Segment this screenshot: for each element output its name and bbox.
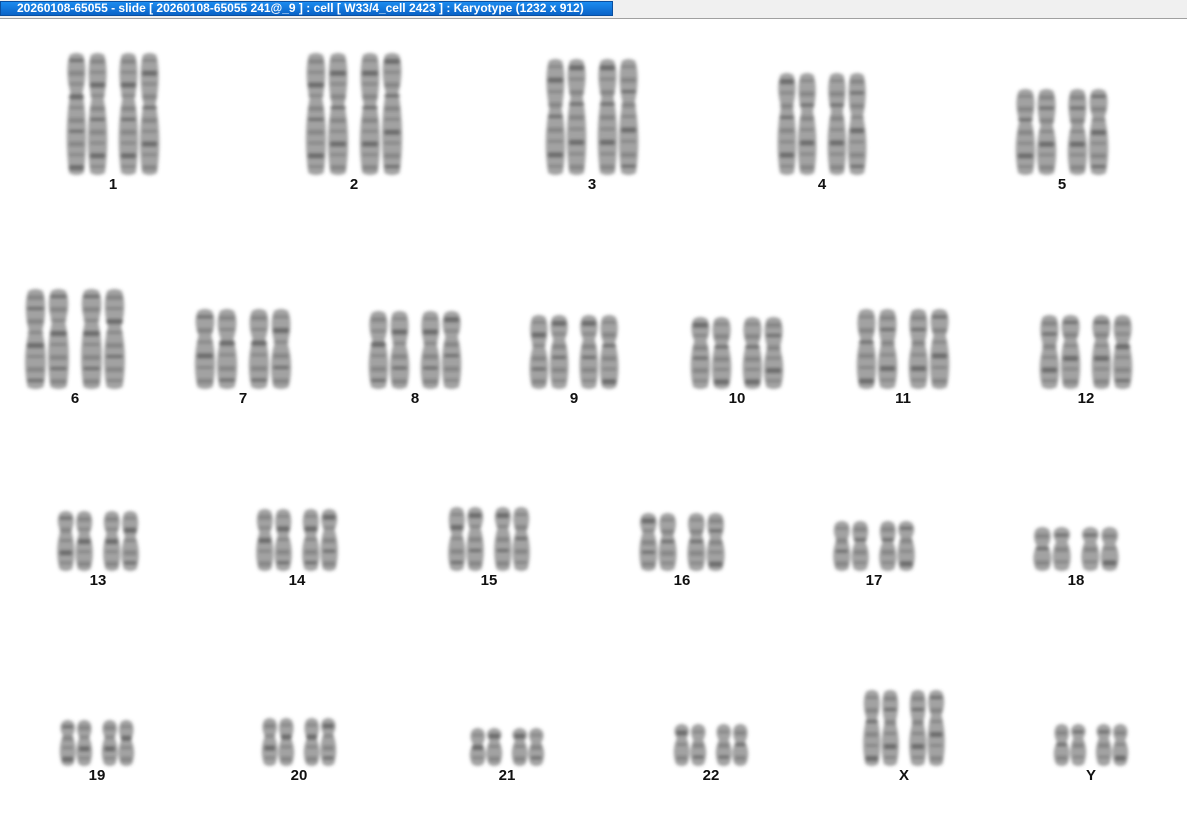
chromosome-2-homolog-1[interactable] — [305, 53, 349, 175]
chromosome-17-homolog-2[interactable] — [879, 521, 915, 571]
chromosome-label-2: 2 — [349, 176, 359, 193]
chromosome-13-homolog-2[interactable] — [103, 511, 139, 571]
chromosome-5-homolog-1[interactable] — [1015, 89, 1057, 175]
chromosome-pair-18[interactable] — [1031, 527, 1121, 571]
window-title[interactable]: 20260108-65055 - slide [ 20260108-65055 … — [0, 1, 613, 16]
chromosome-pair-y[interactable] — [1052, 724, 1130, 766]
chromosome-6-homolog-2[interactable] — [81, 289, 125, 389]
chromosome-11-homolog-2[interactable] — [908, 309, 950, 389]
chromosome-pair-17[interactable] — [831, 521, 917, 571]
chromosome-pair-20[interactable] — [260, 718, 338, 766]
chromosome-label-11: 11 — [895, 390, 911, 407]
chromosome-label-21: 21 — [498, 767, 516, 784]
window-top-bar: 20260108-65055 - slide [ 20260108-65055 … — [0, 0, 1187, 19]
chromosome-18-homolog-1[interactable] — [1033, 527, 1071, 571]
chromosome-pair-2[interactable] — [303, 53, 405, 175]
chromosome-label-8: 8 — [410, 390, 420, 407]
chromosome-7-homolog-1[interactable] — [194, 309, 238, 389]
chromosome-label-7: 7 — [238, 390, 248, 407]
chromosome-label-x: X — [898, 767, 909, 784]
chromosome-pair-1[interactable] — [64, 53, 162, 175]
chromosome-label-9: 9 — [569, 390, 579, 407]
chromosome-22-homolog-1[interactable] — [673, 724, 707, 766]
chromosome-label-1: 1 — [108, 176, 118, 193]
chromosome-pair-14[interactable] — [254, 509, 340, 571]
chromosome-2-homolog-2[interactable] — [359, 53, 403, 175]
chromosome-9-homolog-1[interactable] — [529, 315, 569, 389]
chromosome-pair-10[interactable] — [688, 317, 786, 389]
chromosome-pair-21[interactable] — [468, 728, 546, 766]
chromosome-label-19: 19 — [88, 767, 106, 784]
chromosome-1-homolog-2[interactable] — [118, 53, 160, 175]
chromosome-pair-x[interactable] — [861, 690, 947, 766]
chromosome-label-4: 4 — [817, 176, 827, 193]
chromosome-x-homolog-2[interactable] — [909, 690, 945, 766]
chromosome-1-homolog-1[interactable] — [66, 53, 108, 175]
chromosome-pair-6[interactable] — [22, 289, 128, 389]
chromosome-pair-15[interactable] — [446, 507, 532, 571]
chromosome-label-3: 3 — [587, 176, 597, 193]
chromosome-22-homolog-2[interactable] — [715, 724, 749, 766]
chromosome-pair-9[interactable] — [527, 315, 621, 389]
chromosome-11-homolog-1[interactable] — [856, 309, 898, 389]
chromosome-y-homolog-1[interactable] — [1053, 724, 1087, 766]
chromosome-pair-5[interactable] — [1013, 89, 1111, 175]
chromosome-15-homolog-2[interactable] — [494, 507, 530, 571]
chromosome-label-18: 18 — [1067, 572, 1085, 589]
chromosome-20-homolog-2[interactable] — [303, 718, 337, 766]
chromosome-label-5: 5 — [1057, 176, 1067, 193]
chromosome-label-17: 17 — [865, 572, 883, 589]
chromosome-19-homolog-2[interactable] — [101, 720, 135, 766]
chromosome-label-10: 10 — [728, 390, 746, 407]
chromosome-18-homolog-2[interactable] — [1081, 527, 1119, 571]
chromosome-9-homolog-2[interactable] — [579, 315, 619, 389]
chromosome-15-homolog-1[interactable] — [448, 507, 484, 571]
chromosome-12-homolog-2[interactable] — [1091, 315, 1133, 389]
chromosome-21-homolog-1[interactable] — [469, 728, 503, 766]
chromosome-pair-7[interactable] — [192, 309, 294, 389]
chromosome-pair-12[interactable] — [1037, 315, 1135, 389]
chromosome-pair-8[interactable] — [366, 311, 464, 389]
chromosome-10-homolog-2[interactable] — [742, 317, 784, 389]
chromosome-label-y: Y — [1085, 767, 1096, 784]
chromosome-label-6: 6 — [70, 390, 80, 407]
chromosome-x-homolog-1[interactable] — [863, 690, 899, 766]
chromosome-pair-16[interactable] — [637, 513, 727, 571]
chromosome-3-homolog-1[interactable] — [545, 59, 587, 175]
chromosome-5-homolog-2[interactable] — [1067, 89, 1109, 175]
chromosome-6-homolog-1[interactable] — [25, 289, 69, 389]
chromosome-13-homolog-1[interactable] — [57, 511, 93, 571]
chromosome-pair-13[interactable] — [55, 511, 141, 571]
chromosome-label-13: 13 — [89, 572, 107, 589]
chromosome-label-12: 12 — [1077, 390, 1095, 407]
chromosome-17-homolog-1[interactable] — [833, 521, 869, 571]
chromosome-pair-19[interactable] — [58, 720, 136, 766]
chromosome-label-22: 22 — [702, 767, 720, 784]
chromosome-4-homolog-2[interactable] — [827, 73, 867, 175]
chromosome-8-homolog-1[interactable] — [368, 311, 410, 389]
karyotype-panel: 1 2 3 4 5 6 7 8 9 10 11 12 13 14 15 16 17 18 19 20 21 22 X Y — [0, 19, 1187, 834]
chromosome-12-homolog-1[interactable] — [1039, 315, 1081, 389]
chromosome-pair-11[interactable] — [854, 309, 952, 389]
chromosome-10-homolog-1[interactable] — [690, 317, 732, 389]
chromosome-4-homolog-1[interactable] — [777, 73, 817, 175]
chromosome-16-homolog-2[interactable] — [687, 513, 725, 571]
chromosome-label-20: 20 — [290, 767, 308, 784]
chromosome-label-14: 14 — [288, 572, 306, 589]
chromosome-7-homolog-2[interactable] — [248, 309, 292, 389]
chromosome-8-homolog-2[interactable] — [420, 311, 462, 389]
chromosome-21-homolog-2[interactable] — [511, 728, 545, 766]
chromosome-14-homolog-1[interactable] — [256, 509, 292, 571]
chromosome-3-homolog-2[interactable] — [597, 59, 639, 175]
chromosome-16-homolog-1[interactable] — [639, 513, 677, 571]
chromosome-label-15: 15 — [480, 572, 498, 589]
chromosome-pair-22[interactable] — [672, 724, 750, 766]
chromosome-pair-4[interactable] — [775, 73, 869, 175]
chromosome-20-homolog-1[interactable] — [261, 718, 295, 766]
chromosome-19-homolog-1[interactable] — [59, 720, 93, 766]
chromosome-label-16: 16 — [673, 572, 691, 589]
chromosome-14-homolog-2[interactable] — [302, 509, 338, 571]
chromosome-pair-3[interactable] — [543, 59, 641, 175]
chromosome-y-homolog-2[interactable] — [1095, 724, 1129, 766]
